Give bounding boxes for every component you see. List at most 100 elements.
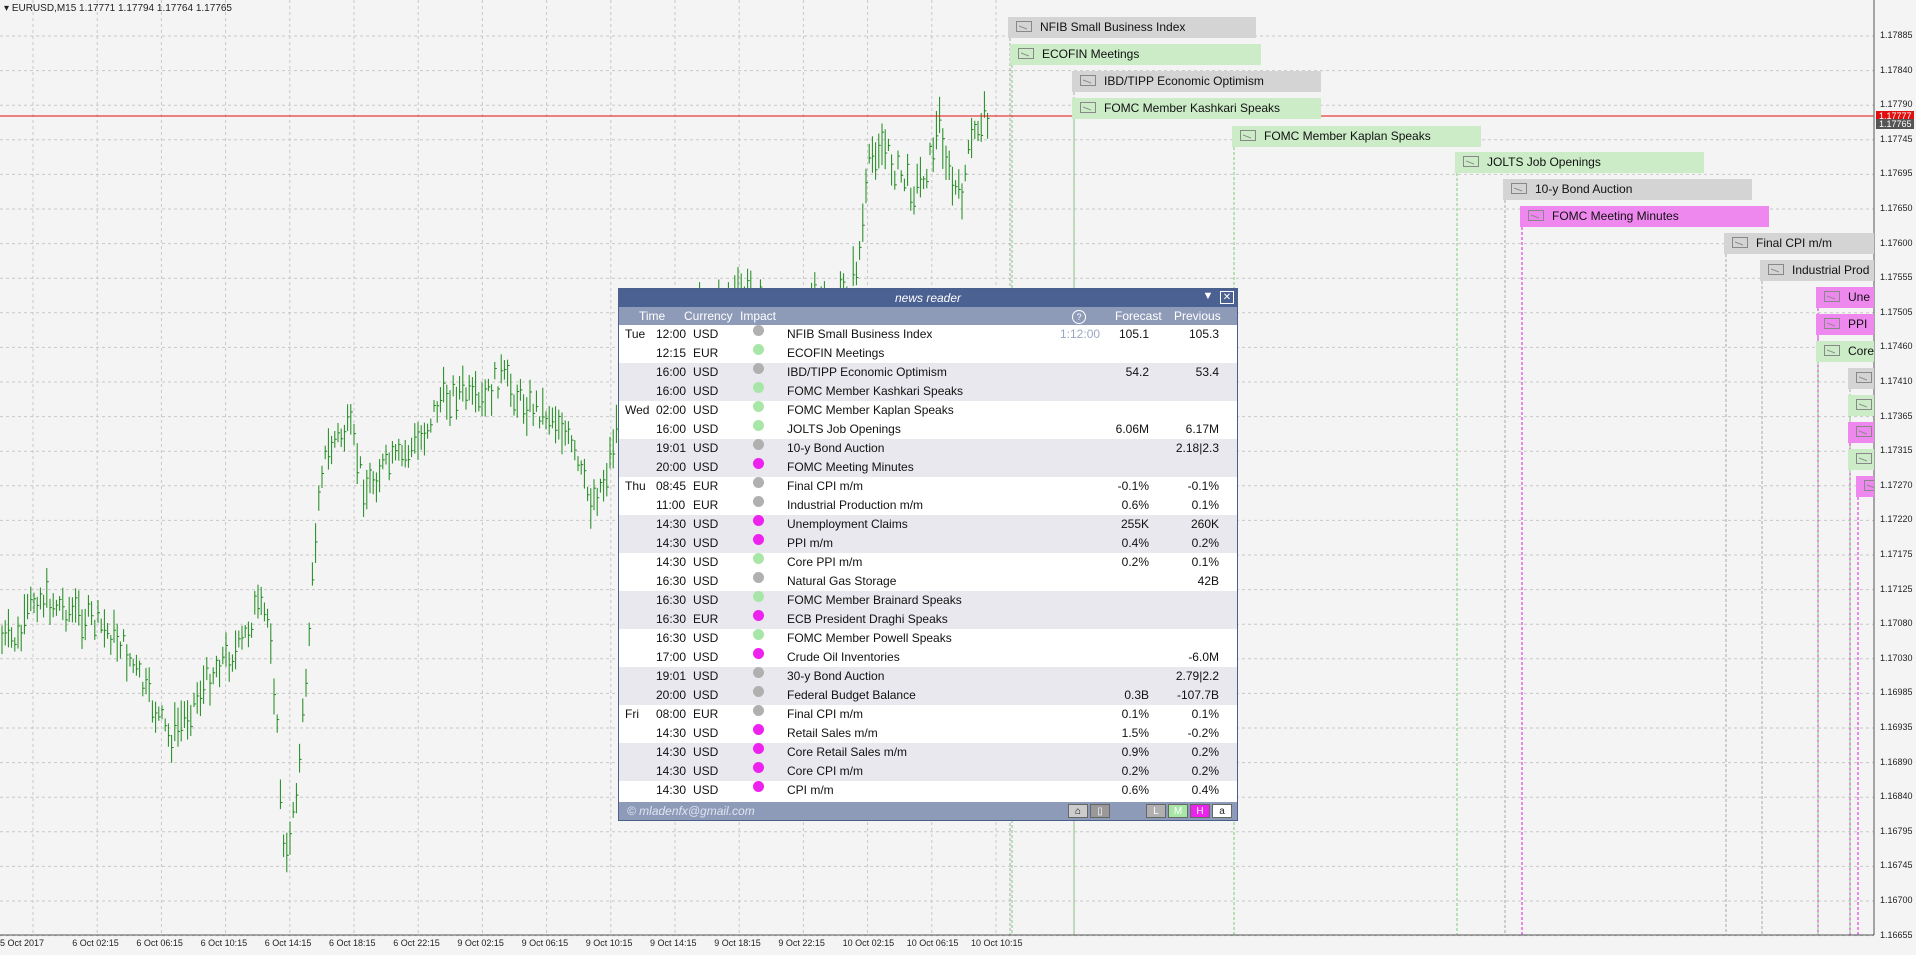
price-label: 1.17790 [1880, 99, 1913, 110]
news-event-row[interactable]: 19:01 USD 10-y Bond Auction 2.18|2.3 [619, 439, 1237, 458]
currency-cell: USD [693, 688, 719, 702]
filter-high-button[interactable]: H [1190, 804, 1210, 818]
event-banner[interactable] [1848, 395, 1874, 416]
impact-dot-icon [753, 610, 764, 621]
event-banner[interactable]: IBD/TIPP Economic Optimism [1072, 71, 1321, 92]
news-event-row[interactable]: Tue 12:00 USD NFIB Small Business Index 105.… [619, 325, 1237, 344]
impact-dot-icon [753, 363, 764, 374]
price-label: 1.17270 [1880, 479, 1913, 490]
time-cell: 20:00 [656, 460, 687, 474]
event-banner[interactable]: FOMC Member Kaplan Speaks [1232, 126, 1481, 147]
impact-dot-icon [753, 572, 764, 583]
event-banner[interactable] [1856, 476, 1874, 497]
envelope-icon [1080, 75, 1096, 86]
news-event-row[interactable]: 14:30 USD PPI m/m 0.4% 0.2% [619, 534, 1237, 553]
impact-dot-icon [753, 515, 764, 526]
time-label: 9 Oct 22:15 [778, 938, 825, 948]
news-event-row[interactable]: 11:00 EUR Industrial Production m/m 0.6% 0.1… [619, 496, 1237, 515]
news-reader-panel[interactable]: news reader ▼ ✕ Time Currency Impact ? F… [618, 288, 1238, 821]
news-event-row[interactable]: 16:00 USD IBD/TIPP Economic Optimism 54.2 53… [619, 363, 1237, 382]
event-banner-label: IBD/TIPP Economic Optimism [1104, 74, 1264, 88]
currency-cell: USD [693, 669, 719, 683]
news-event-row[interactable]: 14:30 USD Unemployment Claims 255K 260K [619, 515, 1237, 534]
event-name-cell: Core CPI m/m [787, 764, 864, 778]
event-name-cell: Final CPI m/m [787, 479, 864, 493]
news-event-row[interactable]: 14:30 USD Core CPI m/m 0.2% 0.2% [619, 762, 1237, 781]
event-banner[interactable]: NFIB Small Business Index [1008, 17, 1256, 38]
event-banner[interactable]: Core [1816, 341, 1874, 362]
news-event-row[interactable]: 14:30 USD CPI m/m 0.6% 0.4% [619, 781, 1237, 800]
news-event-row[interactable]: 20:00 USD Federal Budget Balance 0.3B -107.7… [619, 686, 1237, 705]
event-banner[interactable] [1848, 449, 1874, 470]
time-cell: 19:01 [656, 669, 687, 683]
news-event-row[interactable]: Thu 08:45 EUR Final CPI m/m -0.1% -0.1% [619, 477, 1237, 496]
news-event-row[interactable]: 16:00 USD JOLTS Job Openings 6.06M 6.17M [619, 420, 1237, 439]
event-name-cell: 30-y Bond Auction [787, 669, 885, 683]
event-banner[interactable]: Final CPI m/m [1724, 233, 1874, 254]
news-event-row[interactable]: 14:30 USD Retail Sales m/m 1.5% -0.2% [619, 724, 1237, 743]
close-icon[interactable]: ✕ [1220, 291, 1234, 304]
news-event-row[interactable]: 16:30 USD Natural Gas Storage 42B [619, 572, 1237, 591]
time-cell: 16:30 [656, 612, 687, 626]
news-event-row[interactable]: 16:30 USD FOMC Member Powell Speaks [619, 629, 1237, 648]
currency-cell: USD [693, 726, 719, 740]
envelope-icon [1856, 399, 1872, 410]
impact-dot-icon [753, 477, 764, 488]
event-name-cell: Crude Oil Inventories [787, 650, 900, 664]
news-event-row[interactable]: 12:15 EUR ECOFIN Meetings [619, 344, 1237, 363]
event-banner-label: PPI [1848, 317, 1868, 331]
author-email: © mladenfx@gmail.com [627, 804, 755, 818]
filter-medium-button[interactable]: M [1168, 804, 1188, 818]
event-banner[interactable]: 10-y Bond Auction [1503, 179, 1752, 200]
toggle-lines-icon[interactable]: ▯ [1090, 804, 1110, 818]
news-event-row[interactable]: 17:00 USD Crude Oil Inventories -6.0M [619, 648, 1237, 667]
price-label: 1.17080 [1880, 618, 1913, 629]
filter-low-button[interactable]: L [1146, 804, 1166, 818]
impact-dot-icon [753, 458, 764, 469]
envelope-icon [1511, 183, 1527, 194]
ask-price-tag: 1.17765 [1876, 119, 1914, 129]
time-cell: 08:00 [656, 707, 687, 721]
currency-cell: USD [693, 460, 719, 474]
event-banner[interactable]: FOMC Meeting Minutes [1520, 206, 1769, 227]
forecast-cell: 255K [1120, 517, 1149, 531]
previous-cell: -107.7B [1176, 688, 1219, 702]
currency-cell: USD [693, 536, 719, 550]
forecast-cell: 0.1% [1121, 707, 1149, 721]
news-event-row[interactable]: Wed 02:00 USD FOMC Member Kaplan Speaks [619, 401, 1237, 420]
event-banner[interactable]: JOLTS Job Openings [1455, 152, 1704, 173]
filter-all-button[interactable]: a [1212, 804, 1232, 818]
impact-dot-icon [753, 420, 764, 431]
news-event-row[interactable]: Fri 08:00 EUR Final CPI m/m 0.1% 0.1% [619, 705, 1237, 724]
day-cell: Fri [625, 707, 639, 721]
help-icon[interactable]: ? [1072, 310, 1086, 324]
news-event-row[interactable]: 16:30 USD FOMC Member Brainard Speaks [619, 591, 1237, 610]
event-banner[interactable] [1848, 368, 1874, 389]
time-label: 9 Oct 18:15 [714, 938, 761, 948]
news-event-row[interactable]: 19:01 USD 30-y Bond Auction 2.79|2.2 [619, 667, 1237, 686]
lock-icon[interactable]: ⌂ [1068, 804, 1088, 818]
news-event-row[interactable]: 14:30 USD Core Retail Sales m/m 0.9% 0.2% [619, 743, 1237, 762]
event-banner[interactable]: FOMC Member Kashkari Speaks [1072, 98, 1321, 119]
news-event-row[interactable]: 16:30 EUR ECB President Draghi Speaks [619, 610, 1237, 629]
news-reader-footer: © mladenfx@gmail.com ⌂ ▯ L M H a [619, 802, 1237, 820]
news-reader-titlebar[interactable]: news reader ▼ ✕ [619, 289, 1237, 307]
currency-cell: USD [693, 384, 719, 398]
price-label: 1.17505 [1880, 306, 1913, 317]
chart-title-text: EURUSD,M15 1.17771 1.17794 1.17764 1.177… [11, 3, 232, 14]
event-banner[interactable]: Une [1816, 287, 1874, 308]
event-banner[interactable]: Industrial Prod [1760, 260, 1874, 281]
event-banner[interactable]: PPI [1816, 314, 1874, 335]
collapse-icon[interactable]: ▼ [1201, 291, 1215, 304]
currency-cell: USD [693, 764, 719, 778]
previous-cell: 2.79|2.2 [1175, 669, 1219, 683]
news-event-row[interactable]: 16:00 USD FOMC Member Kashkari Speaks [619, 382, 1237, 401]
news-event-row[interactable]: 14:30 USD Core PPI m/m 0.2% 0.1% [619, 553, 1237, 572]
impact-dot-icon [753, 648, 764, 659]
news-event-row[interactable]: 20:00 USD FOMC Meeting Minutes [619, 458, 1237, 477]
event-banner[interactable]: ECOFIN Meetings [1010, 44, 1261, 65]
event-banner[interactable] [1848, 422, 1874, 443]
price-label: 1.17125 [1880, 583, 1913, 594]
event-name-cell: FOMC Member Brainard Speaks [787, 593, 962, 607]
time-cell: 14:30 [656, 536, 687, 550]
